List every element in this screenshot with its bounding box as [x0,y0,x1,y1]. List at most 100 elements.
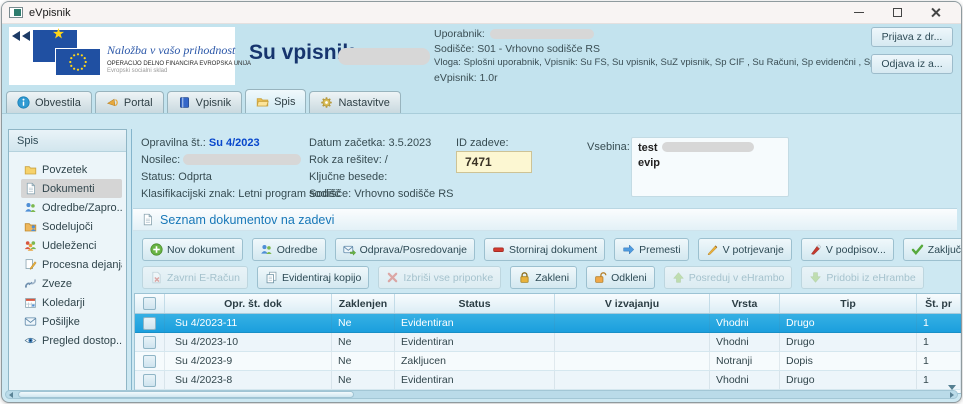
arrow-up-icon [672,271,685,284]
table-row[interactable]: Su 4/2023-10 Ne Evidentiran Vhodni Drugo… [135,333,961,352]
case-id-label: ID zadeve: [456,137,509,149]
button-label: Zaključi [927,243,962,256]
row-checkbox[interactable] [143,373,156,387]
cell-opr: Su 4/2023-10 [165,333,332,351]
cell-zaklenjen: Ne [332,333,395,351]
cell-status: Evidentiran [395,371,555,389]
case-id-field[interactable]: 7471 [456,151,532,173]
case-number-line: Opravilna št.: Su 4/2023 [141,137,260,149]
column-header-opr[interactable]: Opr. št. dok [165,294,332,313]
sidebar-item-povzetek[interactable]: Povzetek [21,160,122,179]
main-tabbar: Obvestila Portal Vpisnik Spis Nastavitve [2,89,961,114]
cell-vrsta: Notranji [710,352,780,370]
title-bar: eVpisnik [2,2,961,24]
sidebar-item-label: Zveze [42,277,72,290]
content-label: Vsebina: [587,141,630,153]
lock-icon [518,271,531,284]
tab-obvestila[interactable]: Obvestila [6,91,92,113]
close-button[interactable] [916,2,954,23]
table-row[interactable]: Su 4/2023-8 Ne Evidentiran Vhodni Drugo … [135,371,961,390]
column-header-zaklenjen[interactable]: Zaklenjen [332,294,395,313]
role-info: Vloga: Splošni uporabnik, Vpisnik: Su FS… [434,57,872,68]
logout-button[interactable]: Odjava iz a... [871,54,953,74]
reject-einvoice-button[interactable]: Zavrni E-Račun [142,266,248,289]
move-button[interactable]: Premesti [614,238,689,261]
sidebar-item-koledarji[interactable]: Koledarji [21,293,122,312]
pencil-icon [706,243,719,256]
register-copy-button[interactable]: Evidentiraj kopijo [256,266,370,289]
cell-tip: Dopis [780,352,917,370]
app-icon [9,7,23,18]
column-header-tip[interactable]: Tip [780,294,917,313]
sidebar-item-procesna-dejanja[interactable]: Procesna dejanja [21,255,122,274]
cell-status: Zakljucen [395,352,555,370]
cell-zaklenjen: Ne [332,371,395,389]
version-info: eVpisnik: 1.0r [434,71,498,84]
minimize-button[interactable] [840,2,878,23]
table-row[interactable]: Su 4/2023-9 Ne Zakljucen Notranji Dopis … [135,352,961,371]
sidebar-item-odredbe[interactable]: Odredbe/Zapro... [21,198,122,217]
cancel-document-button[interactable]: Storniraj dokument [483,238,606,261]
window-title: eVpisnik [29,6,71,19]
header-checkbox[interactable] [143,297,156,310]
unlock-icon [594,271,607,284]
panel-divider [131,129,132,392]
scroll-right-arrow[interactable] [950,392,954,398]
arrow-right-icon [622,243,635,256]
column-header-status[interactable]: Status [395,294,555,313]
tab-spis[interactable]: Spis [245,89,307,113]
redacted-user-name [489,29,594,40]
column-header-vrsta[interactable]: Vrsta [710,294,780,313]
to-signing-button[interactable]: V podpisov... [800,238,894,261]
row-checkbox[interactable] [143,316,156,330]
sidebar-item-sodelujoci[interactable]: Sodelujoči [21,217,122,236]
sidebar-item-zveze[interactable]: Zveze [21,274,122,293]
tab-nastavitve[interactable]: Nastavitve [309,91,401,113]
dispatch-button[interactable]: Odprava/Posredovanje [334,238,475,261]
sidebar-item-udelezenci[interactable]: Udeleženci [21,236,122,255]
new-document-button[interactable]: Nov dokument [142,238,243,261]
to-confirmation-button[interactable]: V potrjevanje [697,238,792,261]
horizontal-scrollbar[interactable] [5,390,958,399]
orders-button[interactable]: Odredbe [251,238,326,261]
cell-opr: Su 4/2023-8 [165,371,332,389]
calendar-icon [24,296,37,309]
sidebar-item-label: Pregled dostop... [42,334,122,347]
scrollbar-thumb[interactable] [18,391,354,398]
get-from-earchive-button[interactable]: Pridobi iz eHrambe [801,266,924,289]
sidebar-title: Spis [9,130,126,152]
table-row[interactable]: Su 4/2023-11 Ne Evidentiran Vhodni Drugo… [135,314,961,333]
unlock-button[interactable]: Odkleni [586,266,655,289]
finish-button[interactable]: Zaključi [902,238,962,261]
user-label: Uporabnik: [434,28,485,40]
column-header-v-izvajanju[interactable]: V izvajanju [555,294,710,313]
sidebar-item-label: Dokumenti [42,182,95,195]
eu-flag-stars-icon [55,48,101,76]
row-checkbox[interactable] [143,354,156,368]
scroll-left-arrow[interactable] [9,392,13,398]
row-checkbox[interactable] [143,335,156,349]
cell-opr: Su 4/2023-11 [165,314,332,332]
start-date-line: Datum začetka: 3.5.2023 [309,137,432,149]
tab-vpisnik[interactable]: Vpisnik [166,91,243,113]
button-label: Zakleni [535,271,570,284]
cell-zaklenjen: Ne [332,314,395,332]
content-field[interactable]: test evip [631,137,789,197]
info-icon [17,96,30,109]
send-to-earchive-button[interactable]: Posreduj v eHrambo [663,266,793,289]
sidebar-item-posiljke[interactable]: Pošiljke [21,312,122,331]
lock-button[interactable]: Zakleni [510,266,578,289]
redacted-holder-name [183,154,302,165]
maximize-button[interactable] [878,2,916,23]
sidebar-item-pregled-dostopov[interactable]: Pregled dostop... [21,331,122,350]
eu-stars-circle-icon [67,51,89,73]
delete-attachments-button[interactable]: Izbriši vse priponke [378,266,502,289]
table-header-row: Opr. št. dok Zaklenjen Status V izvajanj… [135,294,961,314]
login-other-button[interactable]: Prijava z dr... [871,27,953,47]
column-header-st-pr[interactable]: Št. pr [917,294,961,313]
portal-icon [106,96,119,109]
cell-tip: Drugo [780,371,917,389]
select-all-header[interactable] [135,294,165,313]
tab-portal[interactable]: Portal [94,91,164,113]
sidebar-item-dokumenti[interactable]: Dokumenti [21,179,122,198]
